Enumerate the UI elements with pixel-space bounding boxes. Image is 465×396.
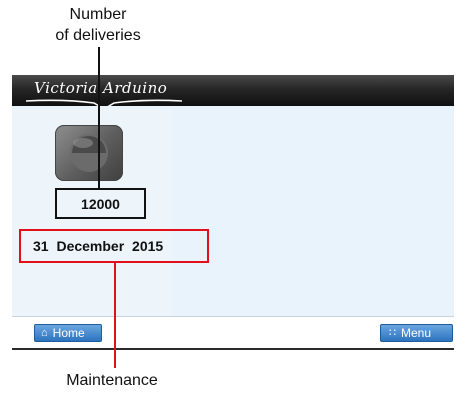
home-button-label: Home — [52, 326, 85, 340]
coffee-machine-icon[interactable] — [55, 125, 123, 181]
maintenance-date: 31 December 2015 — [19, 229, 209, 263]
menu-button[interactable]: ∷ Menu — [380, 324, 453, 342]
menu-button-label: Menu — [401, 326, 432, 340]
bottom-bar: ⌂ Home ∷ Menu — [12, 316, 454, 349]
deliveries-leader-line — [98, 47, 100, 188]
machine-display: Victoria Arduino 12000 31 December 2015 … — [12, 75, 454, 351]
deliveries-callout-line1: Number — [69, 6, 127, 23]
grid-icon: ∷ — [389, 326, 396, 339]
deliveries-counter: 12000 — [55, 188, 146, 219]
home-icon: ⌂ — [41, 326, 48, 339]
maintenance-callout: Maintenance — [66, 372, 158, 389]
brand-logo: Victoria Arduino — [34, 79, 168, 97]
deliveries-callout: Number of deliveries — [44, 4, 152, 46]
maintenance-leader-line — [114, 263, 116, 368]
header-bar: Victoria Arduino — [12, 75, 454, 110]
screen-bottom-edge — [12, 348, 454, 350]
home-button[interactable]: ⌂ Home — [34, 324, 102, 342]
deliveries-callout-line2: of deliveries — [55, 27, 141, 44]
